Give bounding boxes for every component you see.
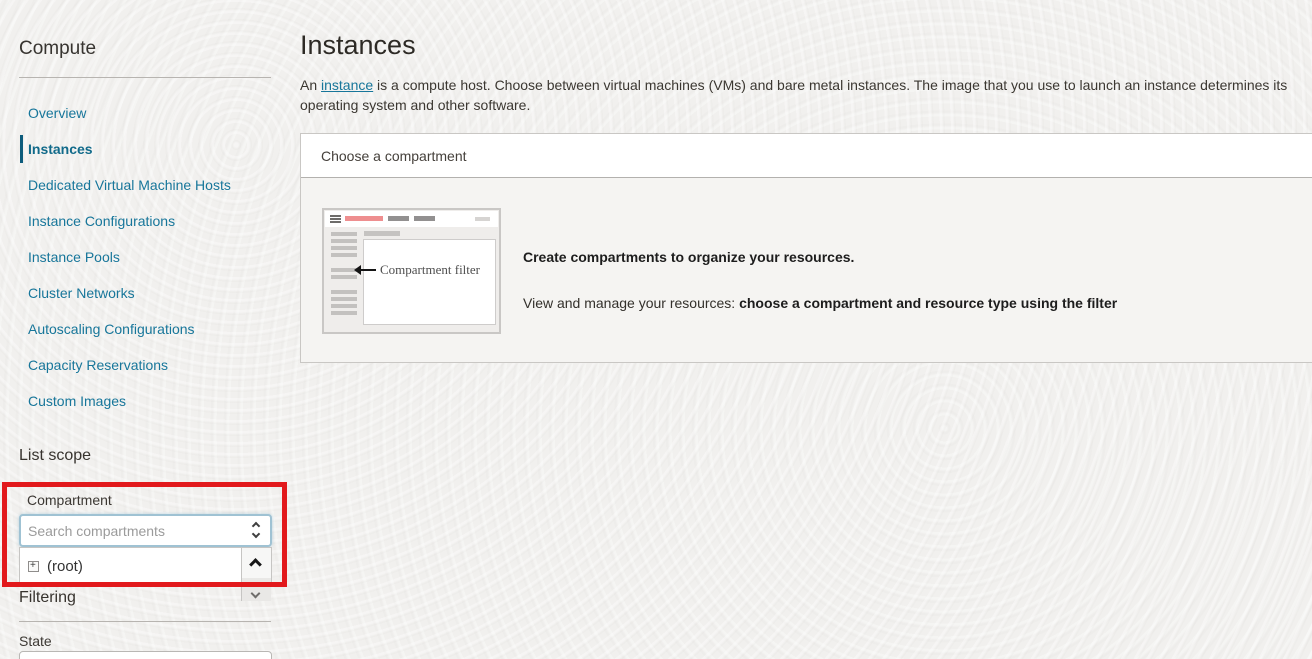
state-select[interactable] — [19, 651, 272, 659]
illustration-dark-bar — [388, 216, 409, 221]
chevron-up-icon — [249, 558, 262, 571]
panel-instruction-line: View and manage your resources: choose a… — [523, 295, 1117, 311]
hamburger-icon — [330, 215, 341, 223]
panel-bold-heading: Create compartments to organize your res… — [523, 249, 854, 265]
sidebar-item-instance-pools[interactable]: Instance Pools — [0, 239, 280, 275]
filtering-divider — [19, 621, 271, 622]
illustration-sidebar-bars — [331, 232, 357, 318]
instruction-bold: choose a compartment and resource type u… — [739, 295, 1117, 311]
intro-suffix: is a compute host. Choose between virtua… — [300, 77, 1287, 113]
intro-prefix: An — [300, 77, 321, 93]
list-scope-heading: List scope — [19, 447, 91, 465]
illustration-light-bar — [475, 217, 490, 221]
arrow-left-icon — [361, 269, 376, 271]
intro-paragraph: An instance is a compute host. Choose be… — [300, 75, 1307, 115]
illustration-caption: Compartment filter — [380, 262, 480, 278]
illustration-content-panel — [363, 239, 496, 325]
sidebar-item-overview[interactable]: Overview — [0, 95, 280, 131]
sidebar-title: Compute — [19, 38, 96, 60]
illustration-content-title — [364, 231, 400, 236]
sidebar-divider — [19, 77, 271, 78]
compartment-search-box — [19, 514, 272, 547]
compartment-label: Compartment — [27, 492, 112, 508]
filtering-heading: Filtering — [19, 589, 76, 607]
sidebar-item-autoscaling-configurations[interactable]: Autoscaling Configurations — [0, 311, 280, 347]
illustration-dark-bar — [414, 216, 435, 221]
panel-header: Choose a compartment — [301, 134, 1312, 178]
scroll-up-button[interactable] — [242, 548, 271, 578]
compartment-option-label: (root) — [47, 558, 83, 575]
sidebar-item-instances[interactable]: Instances — [0, 131, 280, 167]
compartment-option-root[interactable]: (root) — [20, 548, 271, 584]
chevron-down-icon[interactable] — [251, 589, 261, 599]
sidebar-item-dedicated-vm-hosts[interactable]: Dedicated Virtual Machine Hosts — [0, 167, 280, 203]
instance-link[interactable]: instance — [321, 77, 373, 93]
state-label: State — [19, 633, 52, 649]
sidebar-item-custom-images[interactable]: Custom Images — [0, 383, 280, 419]
dropdown-scrollbar[interactable] — [241, 548, 271, 601]
sidebar-item-capacity-reservations[interactable]: Capacity Reservations — [0, 347, 280, 383]
choose-compartment-panel: Choose a compartment — [300, 133, 1312, 363]
sidebar: Compute Overview Instances Dedicated Vir… — [0, 0, 292, 659]
page-title: Instances — [300, 30, 416, 61]
sidebar-item-cluster-networks[interactable]: Cluster Networks — [0, 275, 280, 311]
instruction-normal: View and manage your resources: — [523, 295, 739, 311]
panel-body: Compartment filter Create compartments t… — [301, 178, 1312, 362]
illustration-red-bar — [345, 216, 383, 221]
sidebar-item-instance-configurations[interactable]: Instance Configurations — [0, 203, 280, 239]
compartment-search-input[interactable] — [28, 516, 243, 545]
sidebar-nav: Overview Instances Dedicated Virtual Mac… — [0, 95, 280, 419]
compartment-filter-illustration: Compartment filter — [322, 208, 501, 334]
chevron-up-down-icon[interactable] — [251, 523, 261, 539]
compartment-dropdown: (root) — [19, 547, 272, 585]
expand-plus-icon[interactable] — [28, 561, 39, 572]
illustration-topbar — [325, 211, 498, 227]
